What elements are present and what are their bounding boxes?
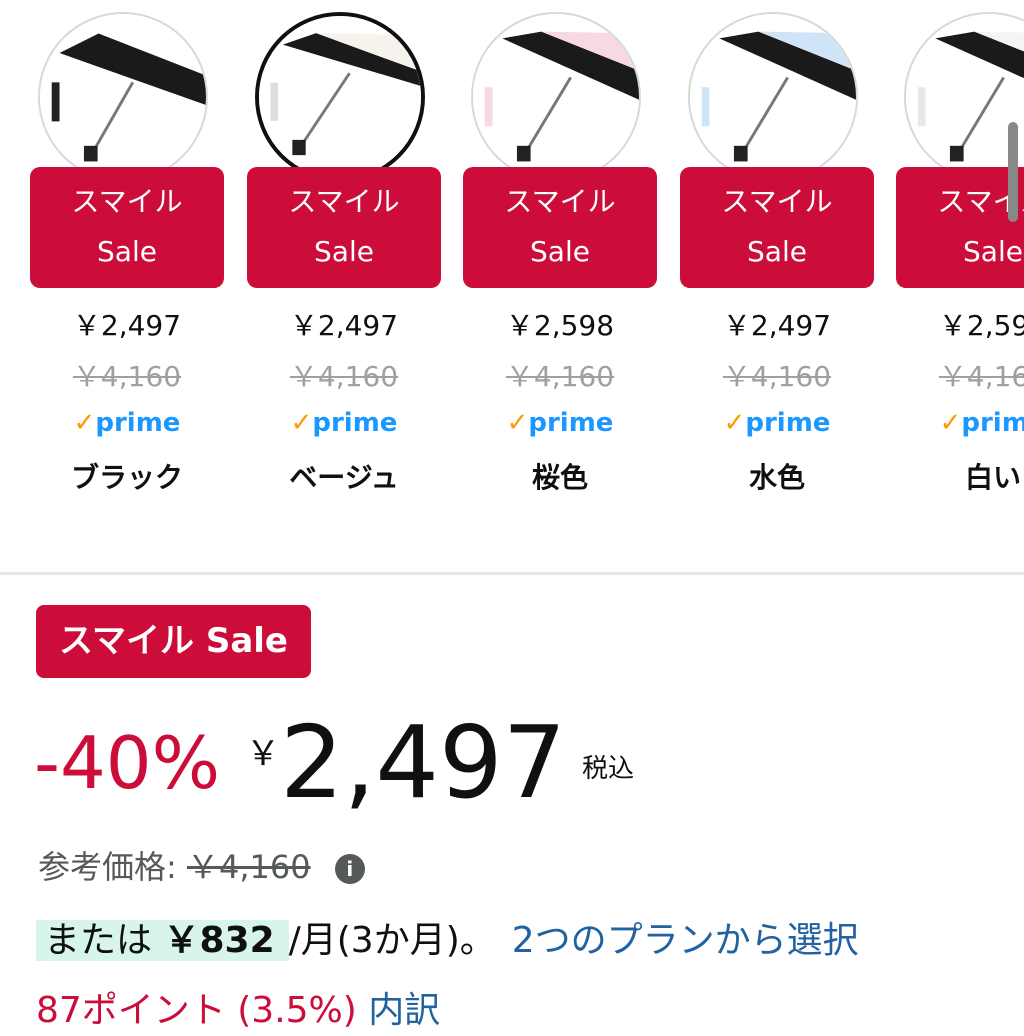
variant-thumbnail xyxy=(471,12,641,182)
sale-badge: スマイル Sale xyxy=(247,167,441,288)
points-breakdown-link[interactable]: 内訳 xyxy=(368,990,440,1031)
umbrella-icon xyxy=(690,14,856,180)
umbrella-icon xyxy=(906,14,1024,180)
points-row: 87ポイント (3.5%) 内訳 xyxy=(36,986,440,1036)
sale-badge-line2: Sale xyxy=(97,235,157,268)
deal-price: 2,497 xyxy=(280,704,567,821)
sale-badge-line2: Sale xyxy=(530,235,590,268)
prime-check-icon: ✓ xyxy=(939,408,962,438)
currency-symbol: ￥ xyxy=(246,734,280,774)
prime-label: prime xyxy=(95,408,181,438)
installment-amount: ￥832 xyxy=(163,920,275,961)
variant-color-name: ブラック xyxy=(70,461,183,494)
sale-badge: スマイル Sale xyxy=(463,167,657,288)
variant-card-black[interactable]: スマイル Sale ￥2,497 ￥4,160 ✓prime ブラック xyxy=(30,0,224,520)
variant-thumbnail xyxy=(38,12,208,182)
sale-badge-line1: スマイル xyxy=(504,185,616,218)
sale-badge: スマイル Sale xyxy=(680,167,874,288)
installment-highlight: または ￥832 xyxy=(36,920,289,961)
variant-thumbnail xyxy=(688,12,858,182)
installment-plans-link[interactable]: 2つのプランから選択 xyxy=(512,920,859,961)
variant-list-price: ￥4,160 xyxy=(938,360,1024,393)
variant-card-light-blue[interactable]: スマイル Sale ￥2,497 ￥4,160 ✓prime 水色 xyxy=(680,0,874,520)
sale-badge-line2: Sale xyxy=(314,235,374,268)
variant-card-white[interactable]: スマイル Sale ￥2,598 ￥4,160 ✓prime 白い xyxy=(896,0,1024,520)
variant-carousel[interactable]: スマイル Sale ￥2,497 ￥4,160 ✓prime ブラック スマイル… xyxy=(0,0,1024,520)
reference-price-row: 参考価格: ￥4,160 i xyxy=(38,846,365,888)
variant-price: ￥2,598 xyxy=(505,309,615,342)
umbrella-icon xyxy=(259,16,421,178)
variant-card-beige[interactable]: スマイル Sale ￥2,497 ￥4,160 ✓prime ベージュ xyxy=(247,0,441,520)
umbrella-icon xyxy=(40,14,206,180)
variant-price: ￥2,497 xyxy=(72,309,182,342)
prime-badge: ✓prime xyxy=(247,408,441,438)
installment-period: /月(3か月)。 xyxy=(288,920,496,961)
sale-badge-line1: スマイル xyxy=(721,185,833,218)
variant-list-price: ￥4,160 xyxy=(505,360,615,393)
variant-list-price: ￥4,160 xyxy=(289,360,399,393)
sale-badge: スマイル Sale xyxy=(896,167,1024,288)
umbrella-icon xyxy=(473,14,639,180)
sale-badge-line1: スマイル xyxy=(71,185,183,218)
variant-thumbnail-selected xyxy=(255,12,425,182)
section-divider xyxy=(0,572,1024,575)
prime-check-icon: ✓ xyxy=(506,408,529,438)
prime-label: prime xyxy=(961,408,1024,438)
variant-price: ￥2,497 xyxy=(722,309,832,342)
variant-price: ￥2,497 xyxy=(289,309,399,342)
reference-price-label: 参考価格: xyxy=(38,848,177,886)
prime-label: prime xyxy=(528,408,614,438)
deal-badge: スマイル Sale xyxy=(36,605,311,678)
prime-badge: ✓prime xyxy=(896,408,1024,438)
variant-color-name: ベージュ xyxy=(289,461,399,494)
variant-thumbnail xyxy=(904,12,1024,182)
sale-badge: スマイル Sale xyxy=(30,167,224,288)
sale-badge-line1: スマイル xyxy=(288,185,400,218)
prime-check-icon: ✓ xyxy=(290,408,313,438)
variant-list-price: ￥4,160 xyxy=(72,360,182,393)
installment-row: または ￥832/月(3か月)。 2つのプランから選択 xyxy=(36,916,859,966)
variant-list-price: ￥4,160 xyxy=(722,360,832,393)
prime-badge: ✓prime xyxy=(463,408,657,438)
prime-check-icon: ✓ xyxy=(73,408,96,438)
sale-badge-line1: スマイル xyxy=(937,185,1024,218)
variant-color-name: 水色 xyxy=(748,461,805,494)
prime-check-icon: ✓ xyxy=(723,408,746,438)
variant-color-name: 白い xyxy=(964,461,1021,494)
points-text: 87ポイント (3.5%) xyxy=(36,990,357,1031)
info-icon[interactable]: i xyxy=(334,854,365,884)
reference-price-value: ￥4,160 xyxy=(186,848,311,886)
tax-included-label: 税込 xyxy=(582,754,635,784)
variant-color-name: 桜色 xyxy=(531,461,588,494)
variant-card-pink[interactable]: スマイル Sale ￥2,598 ￥4,160 ✓prime 桜色 xyxy=(463,0,657,520)
carousel-scrollbar[interactable] xyxy=(1008,122,1018,222)
prime-label: prime xyxy=(312,408,398,438)
sale-badge-line2: Sale xyxy=(963,235,1023,268)
installment-prefix: または xyxy=(44,920,153,961)
sale-badge-line2: Sale xyxy=(747,235,807,268)
prime-badge: ✓prime xyxy=(680,408,874,438)
prime-label: prime xyxy=(745,408,831,438)
prime-badge: ✓prime xyxy=(30,408,224,438)
variant-price: ￥2,598 xyxy=(938,309,1024,342)
discount-percent: -40% xyxy=(34,721,221,805)
